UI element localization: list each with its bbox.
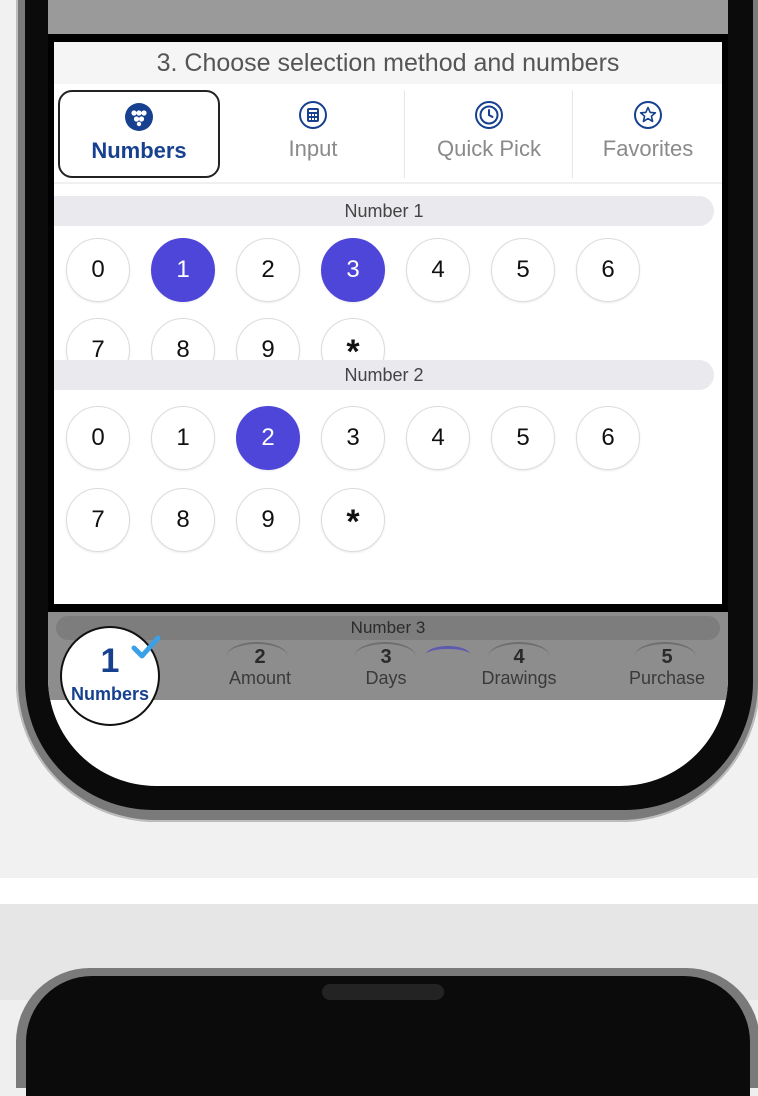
dots-grid-icon (125, 103, 153, 131)
highlight-border-top (48, 34, 728, 42)
number-1-header: Number 1 (54, 196, 714, 226)
tab-quick-pick[interactable]: Quick Pick (406, 90, 573, 178)
step-days-label: Days (365, 668, 407, 688)
star-icon (634, 101, 662, 129)
step-drawings-label: Drawings (481, 668, 557, 688)
number-2-ball-6[interactable]: 6 (576, 406, 640, 470)
number-2-ball-wildcard[interactable]: * (321, 488, 385, 552)
number-2-ball-2[interactable]: 2 (236, 406, 300, 470)
tabs-divider (54, 182, 722, 184)
number-2-ball-5[interactable]: 5 (491, 406, 555, 470)
tab-favorites-label: Favorites (602, 136, 694, 161)
step-drawings-number: 4 (513, 646, 525, 668)
tab-quick-pick-label: Quick Pick (437, 136, 541, 161)
number-1-ball-0[interactable]: 0 (66, 238, 130, 302)
tab-input-label: Input (288, 136, 338, 161)
section-title: 3. Choose selection method and numbers (54, 42, 722, 84)
tab-favorites[interactable]: Favorites (574, 90, 722, 178)
highlight-border-bottom (48, 604, 728, 612)
step-purchase[interactable]: 5 Purchase (614, 646, 720, 688)
number-2-ball-4[interactable]: 4 (406, 406, 470, 470)
step-amount-label: Amount (228, 668, 292, 688)
number-1-ball-5[interactable]: 5 (491, 238, 555, 302)
highlight-border-right (722, 42, 728, 612)
dimmed-header (48, 0, 728, 34)
step-numbers-label: Numbers (70, 684, 150, 704)
number-1-ball-3[interactable]: 3 (321, 238, 385, 302)
step-drawings[interactable]: 4 Drawings (464, 646, 574, 688)
number-1-ball-2[interactable]: 2 (236, 238, 300, 302)
step-purchase-number: 5 (661, 646, 673, 668)
number-1-ball-4[interactable]: 4 (406, 238, 470, 302)
step-days-number: 3 (380, 646, 392, 668)
number-2-ball-0[interactable]: 0 (66, 406, 130, 470)
tab-numbers-label: Numbers (91, 138, 187, 163)
number-2-ball-1[interactable]: 1 (151, 406, 215, 470)
tab-input[interactable]: Input (222, 90, 405, 178)
background-gap (0, 878, 758, 904)
second-phone-speaker (322, 984, 444, 1000)
number-2-ball-3[interactable]: 3 (321, 406, 385, 470)
step-purchase-label: Purchase (628, 668, 706, 688)
step-days[interactable]: 3 Days (336, 646, 436, 688)
keypad-icon (299, 101, 327, 129)
step-amount-number: 2 (254, 646, 266, 668)
number-2-ball-8[interactable]: 8 (151, 488, 215, 552)
number-2-header: Number 2 (54, 360, 714, 390)
selection-panel: 3. Choose selection method and numbers N… (54, 42, 722, 604)
selection-method-tabs: Numbers Input Quick Pick Favorites (54, 90, 722, 180)
number-1-ball-1[interactable]: 1 (151, 238, 215, 302)
checkmark-icon (131, 635, 161, 659)
step-amount[interactable]: 2 Amount (210, 646, 310, 688)
number-1-ball-6[interactable]: 6 (576, 238, 640, 302)
number-2-ball-9[interactable]: 9 (236, 488, 300, 552)
number-2-ball-7[interactable]: 7 (66, 488, 130, 552)
clock-icon (475, 101, 503, 129)
tab-numbers[interactable]: Numbers (58, 90, 220, 178)
